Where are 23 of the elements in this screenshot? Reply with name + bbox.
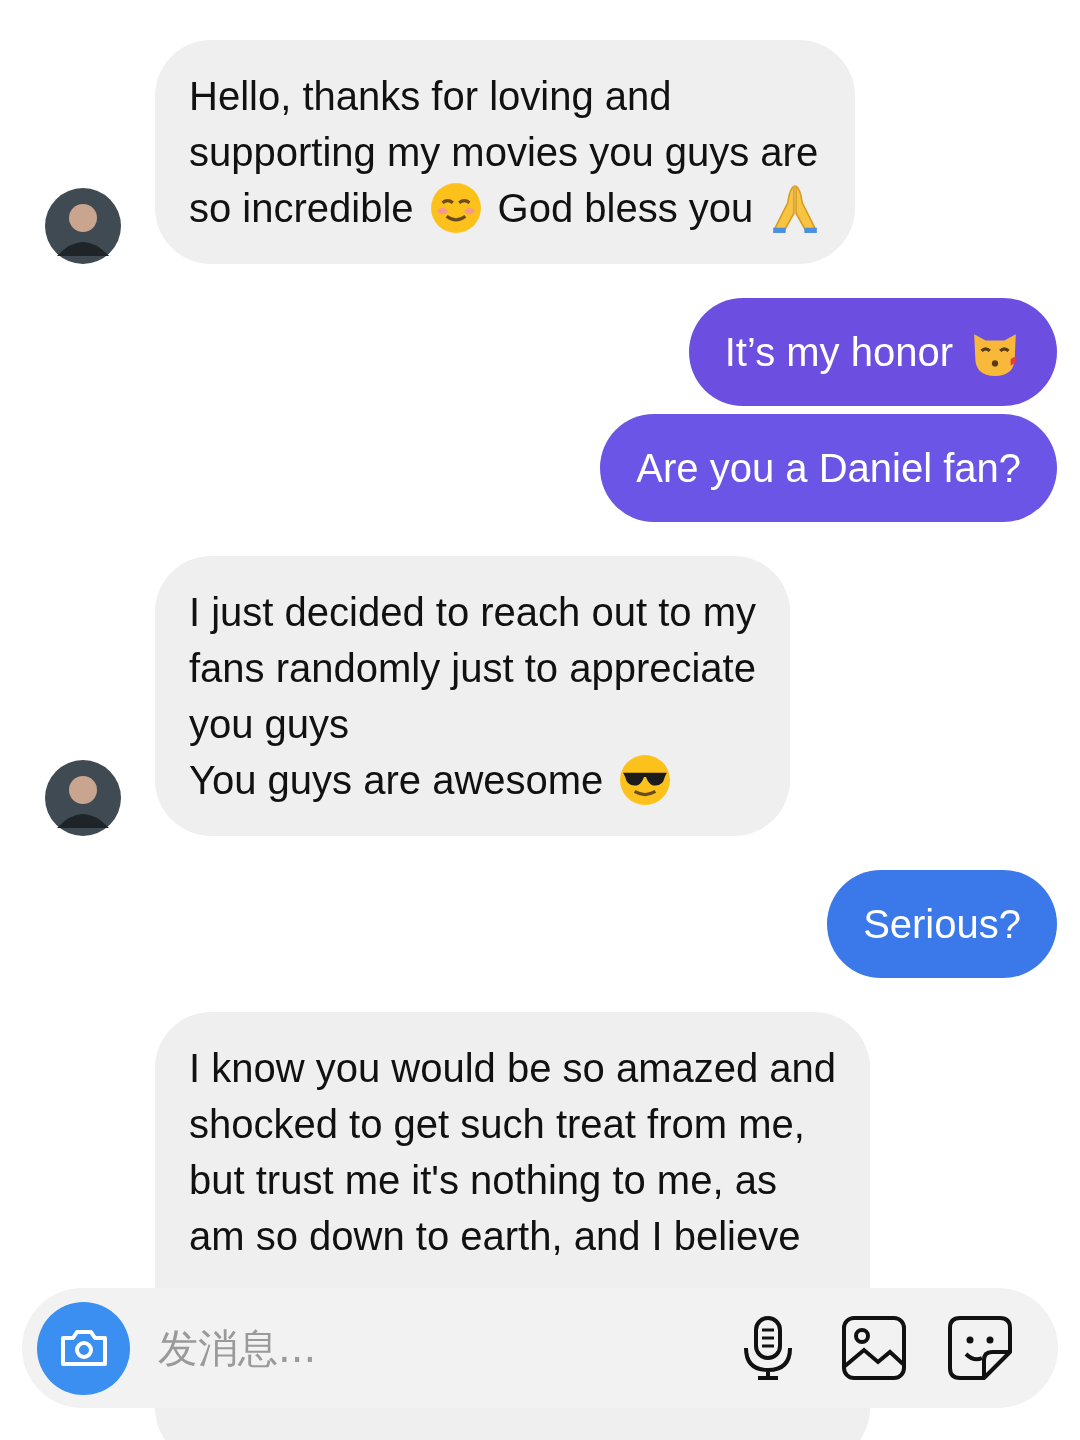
camera-icon xyxy=(58,1328,109,1368)
smiling-face-icon xyxy=(429,182,482,234)
message-text: fans randomly just to appreciate xyxy=(189,645,756,692)
message-text: God bless you xyxy=(497,185,754,232)
message-text: Hello, thanks for loving and xyxy=(189,73,672,120)
image-icon[interactable] xyxy=(840,1314,908,1382)
sunglasses-face-icon xyxy=(619,754,672,806)
message-text: so incredible xyxy=(189,185,414,232)
sticker-icon[interactable] xyxy=(946,1314,1014,1382)
message-text: supporting my movies you guys are xyxy=(189,129,819,176)
message-text: I just decided to reach out to my xyxy=(189,589,756,636)
message-text: Are you a Daniel fan? xyxy=(636,445,1021,492)
message-text: you guys xyxy=(189,701,350,748)
message-text: shocked to get such treat from me, xyxy=(189,1101,805,1148)
message-text: It’s my honor xyxy=(724,329,953,376)
message-text: but trust me it's nothing to me, as xyxy=(189,1157,777,1204)
avatar[interactable] xyxy=(45,188,121,264)
message-text: I know you would be so amazed and xyxy=(189,1045,837,1092)
message-text: Serious? xyxy=(863,901,1021,948)
message-text: am so down to earth, and I believe xyxy=(189,1213,801,1260)
avatar[interactable] xyxy=(45,760,121,836)
message-text: You guys are awesome xyxy=(189,757,604,804)
message-input[interactable]: 发消息... xyxy=(156,1324,696,1372)
